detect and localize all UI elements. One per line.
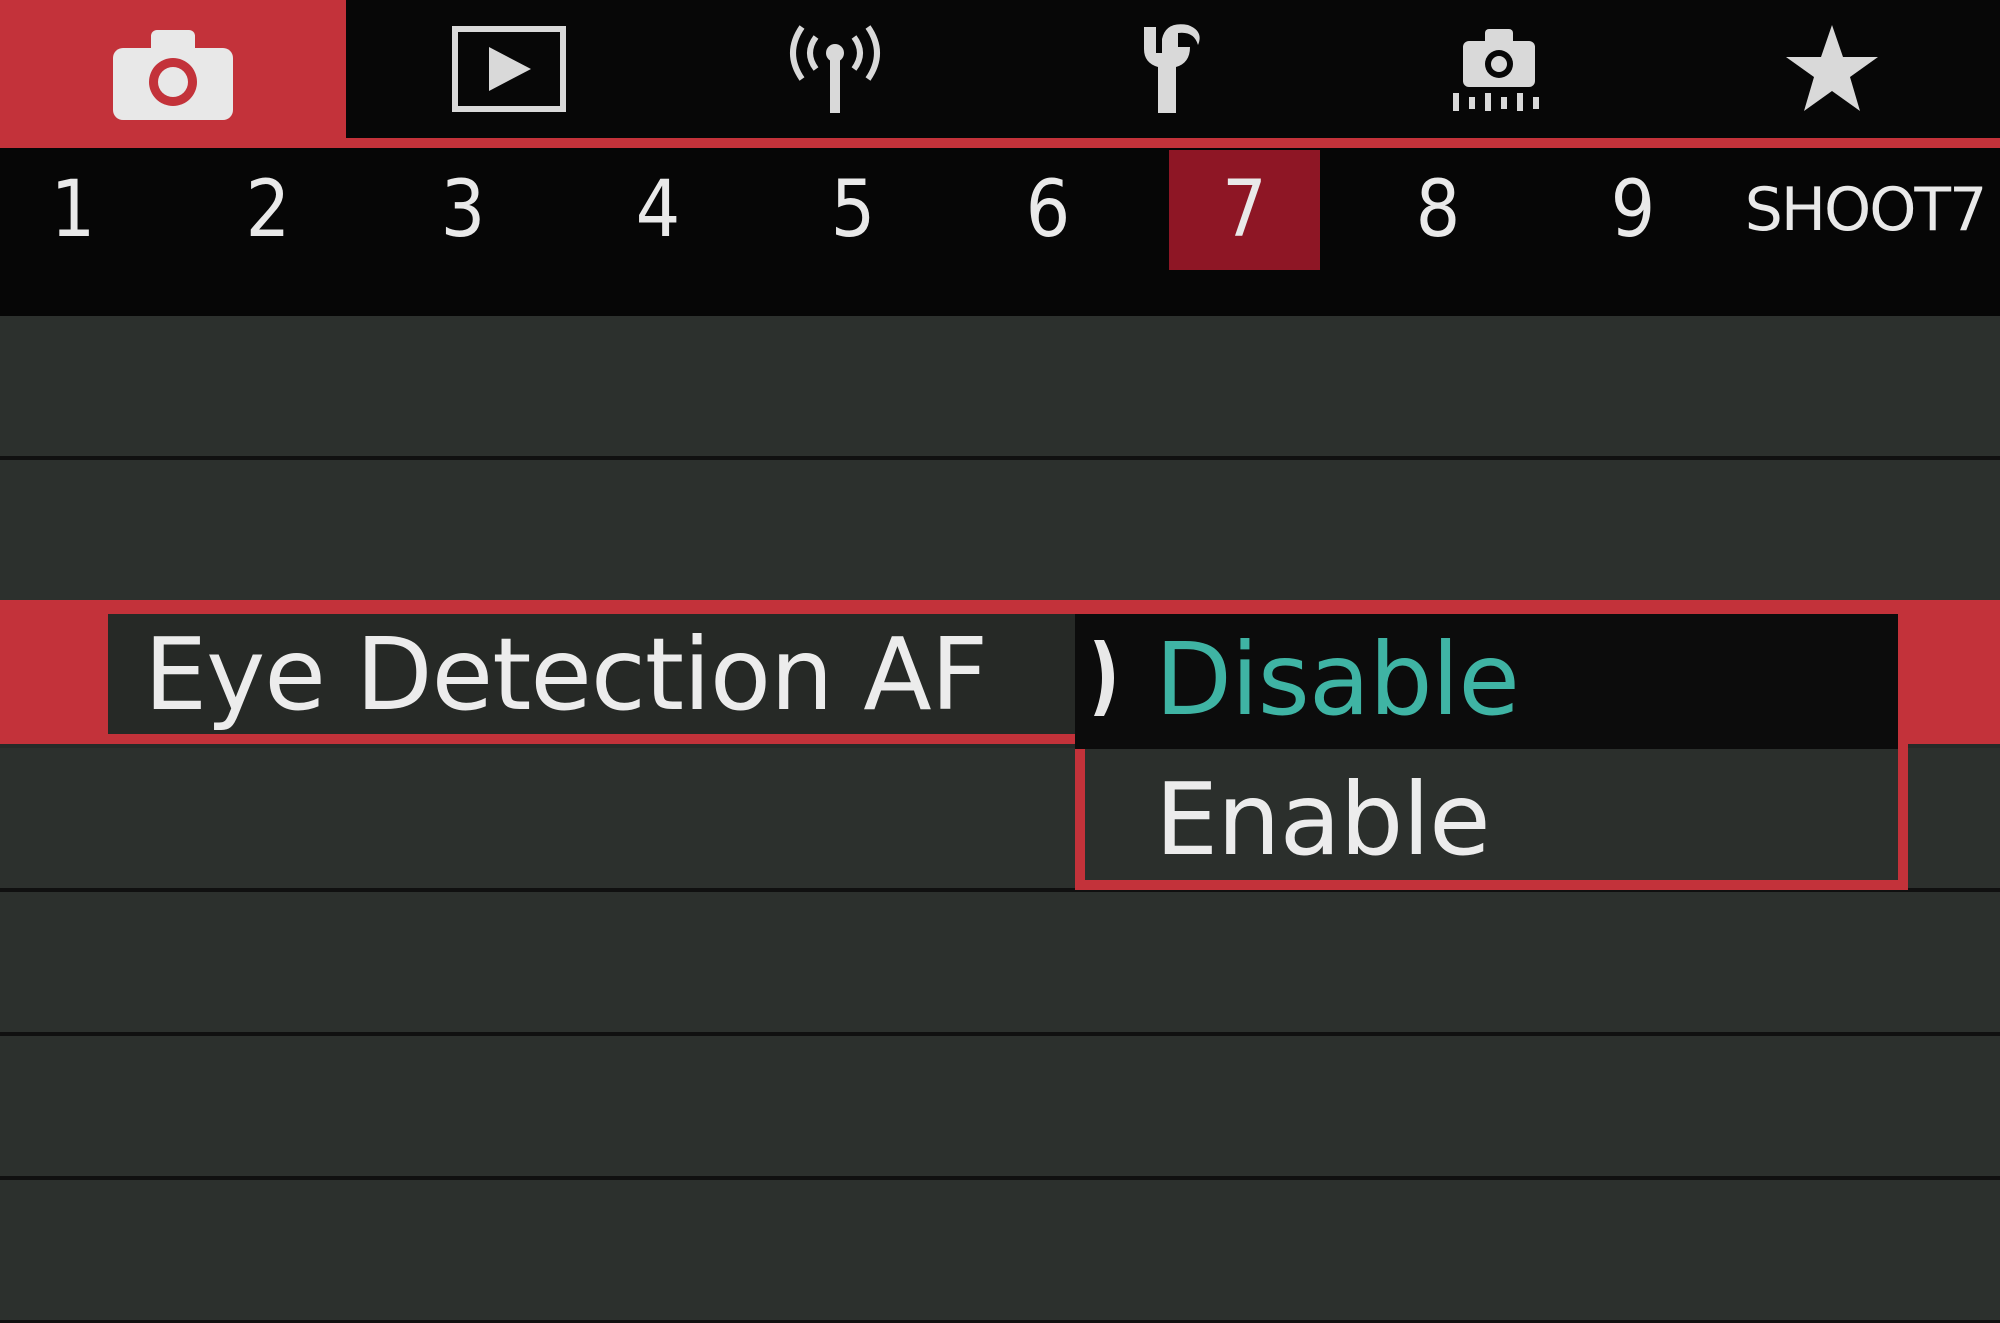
menu-row (0, 460, 2000, 604)
page-tab-8[interactable]: 8 (1383, 150, 1493, 270)
option-disable[interactable]: Disable (1155, 614, 1520, 744)
wireless-icon (790, 25, 880, 113)
selection-frame-edge (108, 734, 1083, 744)
category-tab-bar (0, 0, 2000, 148)
page-tab-1[interactable]: 1 (18, 150, 128, 270)
camera-shooting-icon (113, 30, 233, 120)
playback-icon (452, 26, 566, 112)
tab-my-menu[interactable] (1664, 0, 2000, 138)
tab-shooting[interactable] (0, 0, 346, 148)
page-tab-9[interactable]: 9 (1578, 150, 1688, 270)
menu-item-label: Eye Detection AF (144, 615, 988, 733)
custom-functions-camera-icon (1453, 29, 1539, 111)
page-tab-4[interactable]: 4 (603, 150, 713, 270)
page-label: SHOOT7 (1744, 175, 1987, 245)
menu-row (0, 316, 2000, 460)
selection-cursor-icon (1094, 640, 1114, 716)
tab-wireless[interactable] (672, 0, 998, 138)
page-tab-6[interactable]: 6 (993, 150, 1103, 270)
wrench-setup-icon (1144, 24, 1200, 113)
camera-menu-screen: 1 2 3 4 5 6 7 8 9 SHOOT7 Eye Detection A… (0, 0, 2000, 1323)
menu-row (0, 1180, 2000, 1323)
page-tab-2[interactable]: 2 (213, 150, 323, 270)
menu-row (0, 892, 2000, 1036)
tab-playback[interactable] (346, 0, 672, 138)
menu-row (0, 1036, 2000, 1180)
menu-item-eye-detection-af[interactable]: Eye Detection AF (108, 614, 1076, 734)
page-tab-3[interactable]: 3 (408, 150, 518, 270)
option-enable[interactable]: Enable (1155, 754, 1491, 884)
tab-bar-underline (0, 138, 2000, 148)
page-tab-5[interactable]: 5 (798, 150, 908, 270)
tab-custom-functions[interactable] (1334, 0, 1664, 138)
page-tab-7[interactable]: 7 (1169, 150, 1320, 270)
star-my-menu-icon (1786, 25, 1878, 111)
page-number-tabs: 1 2 3 4 5 6 7 8 9 SHOOT7 (0, 148, 2000, 316)
tab-setup[interactable] (998, 0, 1334, 138)
